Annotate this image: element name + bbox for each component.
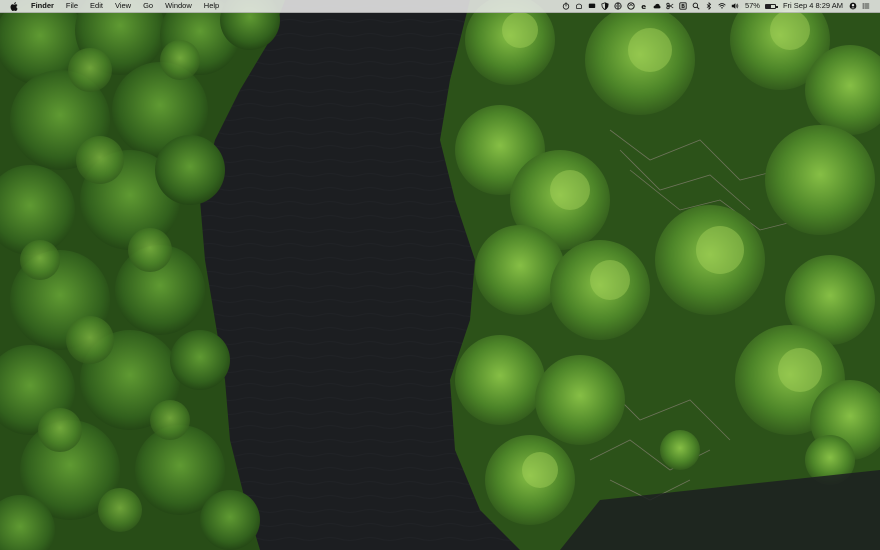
- volume-icon[interactable]: [731, 2, 739, 10]
- menu-window[interactable]: Window: [159, 0, 198, 12]
- menu-edit[interactable]: Edit: [84, 0, 109, 12]
- battery-icon[interactable]: [764, 3, 778, 9]
- battery-fill: [765, 4, 772, 8]
- menu-app-finder[interactable]: Finder: [27, 0, 60, 12]
- apple-icon[interactable]: [10, 1, 18, 11]
- menu-clock[interactable]: Fri Sep 4 8:29 AM: [783, 0, 843, 12]
- menu-file[interactable]: File: [60, 0, 84, 12]
- wifi-icon[interactable]: [718, 2, 727, 10]
- svg-text:e: e: [642, 2, 647, 10]
- shield-icon[interactable]: [601, 2, 610, 10]
- desktop-wallpaper: [0, 0, 880, 550]
- timer-icon[interactable]: [562, 2, 570, 10]
- wallpaper-image: [0, 0, 880, 550]
- cloud-icon[interactable]: [653, 2, 661, 10]
- search-icon[interactable]: [692, 2, 700, 10]
- svg-text:B: B: [682, 4, 686, 10]
- battery-percent[interactable]: 57%: [745, 0, 760, 12]
- alfred-hat-icon[interactable]: [575, 2, 583, 10]
- menu-view[interactable]: View: [109, 0, 137, 12]
- bluetooth-icon[interactable]: [705, 2, 713, 10]
- menu-go[interactable]: Go: [137, 0, 159, 12]
- scissors-icon[interactable]: [666, 2, 674, 10]
- e-app-icon[interactable]: e: [640, 2, 648, 10]
- sync-icon[interactable]: [627, 2, 636, 10]
- menu-help[interactable]: Help: [198, 0, 225, 12]
- globe-icon[interactable]: [614, 2, 623, 10]
- desktop-screen: Finder File Edit View Go Window Help e B…: [0, 0, 880, 550]
- screen-icon[interactable]: [588, 2, 596, 10]
- list-icon[interactable]: [862, 2, 870, 10]
- menu-bar: Finder File Edit View Go Window Help e B…: [0, 0, 880, 13]
- bartender-icon[interactable]: B: [679, 2, 688, 10]
- user-icon[interactable]: [849, 2, 857, 10]
